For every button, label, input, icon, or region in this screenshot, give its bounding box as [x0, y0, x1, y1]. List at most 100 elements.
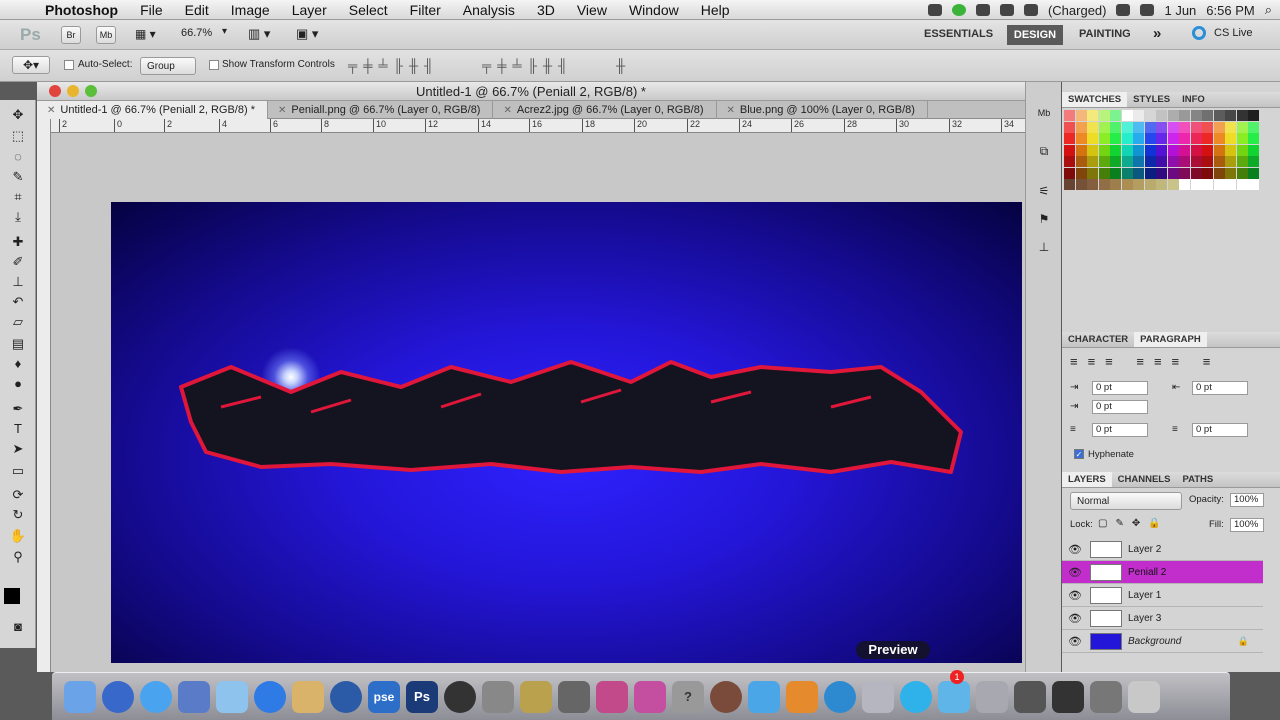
color-swatch[interactable]: [1110, 179, 1121, 190]
distribute-icons[interactable]: ╤╪╧╟╫╢: [482, 58, 573, 73]
layer-row-selected[interactable]: 👁 Peniall 2: [1062, 561, 1263, 584]
battery-status[interactable]: (Charged): [1048, 3, 1107, 18]
hand-tool-icon[interactable]: ✋: [8, 527, 28, 545]
color-swatch[interactable]: [1167, 133, 1179, 144]
printer-icon[interactable]: [1090, 680, 1122, 713]
color-swatch[interactable]: [1133, 179, 1144, 190]
menu-photoshop[interactable]: Photoshop: [34, 2, 129, 18]
dashboard-icon[interactable]: [558, 680, 590, 713]
history-brush-tool-icon[interactable]: ↶: [8, 293, 28, 311]
bluetooth-icon[interactable]: [1023, 4, 1038, 16]
color-swatch[interactable]: [1213, 110, 1225, 121]
color-swatch[interactable]: [1110, 167, 1121, 179]
tab-untitled-1[interactable]: ✕ Untitled-1 @ 66.7% (Peniall 2, RGB/8) *: [37, 101, 268, 119]
tab-peniall[interactable]: ✕ Peniall.png @ 66.7% (Layer 0, RGB/8): [268, 101, 494, 119]
mini-bridge-panel-icon[interactable]: Mb: [1034, 108, 1054, 126]
mini-bridge-button[interactable]: Mb: [96, 26, 116, 44]
camera-app-icon[interactable]: [444, 680, 476, 713]
color-swatch[interactable]: [1225, 110, 1236, 121]
color-swatch[interactable]: [1098, 110, 1110, 121]
color-swatch[interactable]: [1144, 133, 1156, 144]
volume-icon[interactable]: [1140, 4, 1155, 16]
color-swatch[interactable]: [1121, 133, 1133, 144]
color-swatch[interactable]: [1075, 167, 1087, 179]
network-icon[interactable]: [824, 680, 856, 713]
blend-mode-select[interactable]: Normal: [1070, 492, 1182, 510]
show-transform-checkbox[interactable]: [209, 60, 219, 70]
color-swatch[interactable]: [1064, 110, 1075, 121]
color-swatch[interactable]: [1236, 179, 1248, 190]
color-swatch[interactable]: [1225, 133, 1236, 144]
color-swatch[interactable]: [1236, 121, 1248, 133]
color-swatch[interactable]: [1236, 133, 1248, 144]
color-swatch[interactable]: [1213, 121, 1225, 133]
lasso-tool-icon[interactable]: ◌: [8, 148, 28, 166]
color-swatch[interactable]: [1133, 121, 1144, 133]
color-swatch[interactable]: [1110, 144, 1121, 156]
color-swatch[interactable]: [1167, 121, 1179, 133]
color-swatch[interactable]: [1179, 179, 1190, 190]
color-swatch[interactable]: [1202, 156, 1213, 167]
opacity-field[interactable]: 100%: [1230, 493, 1264, 507]
color-swatch[interactable]: [1248, 167, 1259, 179]
indent-first-line-field[interactable]: 0 pt: [1092, 400, 1148, 414]
window-thumbnail-icon[interactable]: [1014, 680, 1046, 713]
color-swatch[interactable]: [1202, 133, 1213, 144]
app-icon[interactable]: [634, 680, 666, 713]
spotlight-search-icon[interactable]: ⌕: [1265, 2, 1272, 18]
close-tab-icon[interactable]: ✕: [278, 105, 286, 116]
eraser-tool-icon[interactable]: ▱: [8, 313, 28, 331]
app-store-icon[interactable]: [254, 680, 286, 713]
finder-icon[interactable]: [64, 680, 96, 713]
adjustments-panel-icon[interactable]: ⚟: [1034, 184, 1054, 202]
close-tab-icon[interactable]: ✕: [47, 105, 55, 116]
color-swatch[interactable]: [1121, 110, 1133, 121]
auto-select-target-select[interactable]: Group: [140, 57, 196, 75]
color-swatch[interactable]: [1248, 121, 1259, 133]
tab-paragraph[interactable]: PARAGRAPH: [1134, 332, 1207, 347]
color-swatch[interactable]: [1190, 167, 1202, 179]
chevron-down-icon[interactable]: ▾: [222, 26, 227, 37]
paragraph-align-buttons[interactable]: ≡≡≡ ≡≡≡ ≡: [1070, 354, 1220, 369]
color-swatch[interactable]: [1087, 110, 1098, 121]
tab-channels[interactable]: CHANNELS: [1112, 472, 1177, 487]
auto-align-icon[interactable]: ╫: [616, 58, 625, 73]
color-swatch[interactable]: [1179, 133, 1190, 144]
color-swatch[interactable]: [1110, 133, 1121, 144]
color-swatch[interactable]: [1144, 144, 1156, 156]
clock[interactable]: 6:56 PM: [1206, 3, 1254, 18]
dvd-player-icon[interactable]: [710, 680, 742, 713]
color-swatch[interactable]: [1064, 133, 1075, 144]
color-swatch[interactable]: [1179, 110, 1190, 121]
itunes-icon[interactable]: [216, 680, 248, 713]
color-swatch[interactable]: [1098, 179, 1110, 190]
zoom-window-icon[interactable]: [85, 85, 97, 97]
status-green-icon[interactable]: [951, 4, 966, 16]
word-icon[interactable]: [748, 680, 780, 713]
color-swatch[interactable]: [1064, 121, 1075, 133]
globe-icon[interactable]: [102, 680, 134, 713]
workspace-essentials[interactable]: ESSENTIALS: [924, 28, 993, 40]
eye-icon[interactable]: 👁: [1066, 635, 1084, 648]
color-swatch[interactable]: [1225, 156, 1236, 167]
shape-tool-icon[interactable]: ▭: [8, 462, 28, 480]
hyphenate-checkbox[interactable]: ✓: [1074, 449, 1084, 459]
close-window-icon[interactable]: [49, 85, 61, 97]
skype-icon[interactable]: [900, 680, 932, 713]
align-icons[interactable]: ╤╪╧╟╫╢: [348, 58, 439, 73]
color-swatch[interactable]: [1133, 167, 1144, 179]
color-swatch[interactable]: [1167, 179, 1179, 190]
masks-panel-icon[interactable]: ⚑: [1034, 212, 1054, 230]
tab-acrez2[interactable]: ✕ Acrez2.jpg @ 66.7% (Layer 0, RGB/8): [493, 101, 717, 119]
more-workspaces-icon[interactable]: »: [1153, 25, 1161, 42]
color-swatch[interactable]: [1156, 167, 1167, 179]
zoom-level-select[interactable]: 66.7%: [181, 27, 212, 39]
eyedropper-tool-icon[interactable]: ⤓: [8, 208, 28, 226]
color-swatch[interactable]: [1064, 144, 1075, 156]
color-swatch[interactable]: [1202, 144, 1213, 156]
color-swatch[interactable]: [1075, 133, 1087, 144]
color-swatch[interactable]: [1121, 167, 1133, 179]
space-after-field[interactable]: 0 pt: [1192, 423, 1248, 437]
mail-icon[interactable]: [178, 680, 210, 713]
color-swatch[interactable]: [1156, 156, 1167, 167]
